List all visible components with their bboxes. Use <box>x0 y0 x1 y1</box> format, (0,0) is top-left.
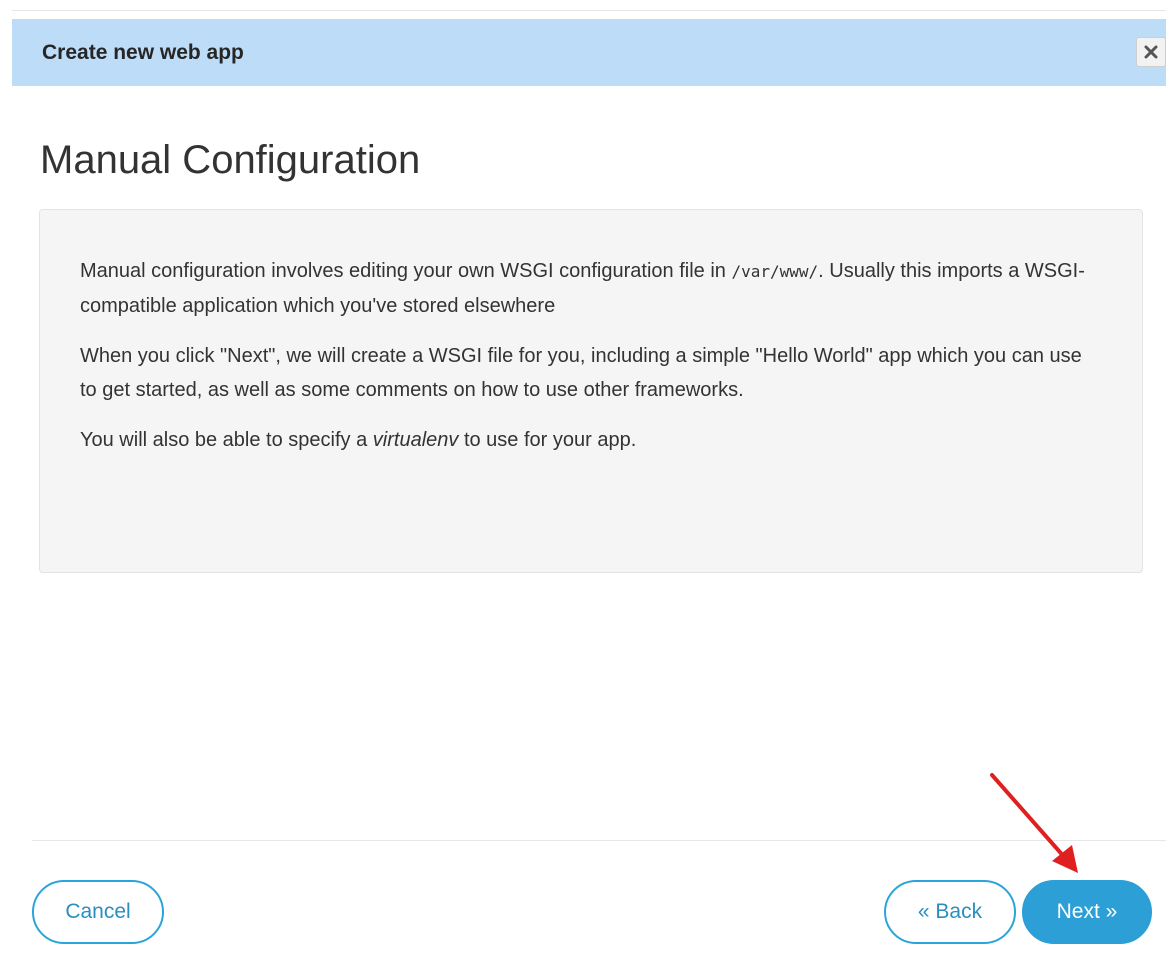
close-icon <box>1144 45 1158 59</box>
dialog-header: Create new web app <box>12 19 1166 86</box>
info-p3-text-end: to use for your app. <box>458 429 637 451</box>
info-panel: Manual configuration involves editing yo… <box>39 209 1143 573</box>
create-web-app-dialog: Create new web app Manual Configuration … <box>0 0 1166 969</box>
footer-divider <box>32 840 1166 841</box>
red-arrow-annotation-icon <box>990 773 1078 873</box>
back-button[interactable]: « Back <box>884 880 1016 944</box>
top-divider <box>12 10 1166 11</box>
info-paragraph-1: Manual configuration involves editing yo… <box>80 254 1102 323</box>
wsgi-path-code: /var/www/ <box>731 262 819 281</box>
info-paragraph-2: When you click "Next", we will create a … <box>80 345 1082 401</box>
page-title: Manual Configuration <box>40 138 421 182</box>
virtualenv-term: virtualenv <box>372 429 459 451</box>
close-button[interactable] <box>1136 37 1166 67</box>
info-p3-text: You will also be able to specify a <box>80 429 373 451</box>
cancel-button[interactable]: Cancel <box>32 880 164 944</box>
info-paragraph-3: You will also be able to specify a virtu… <box>80 423 1102 457</box>
info-p1-text: Manual configuration involves editing yo… <box>80 260 732 282</box>
next-button[interactable]: Next » <box>1022 880 1152 944</box>
dialog-title: Create new web app <box>42 41 244 64</box>
